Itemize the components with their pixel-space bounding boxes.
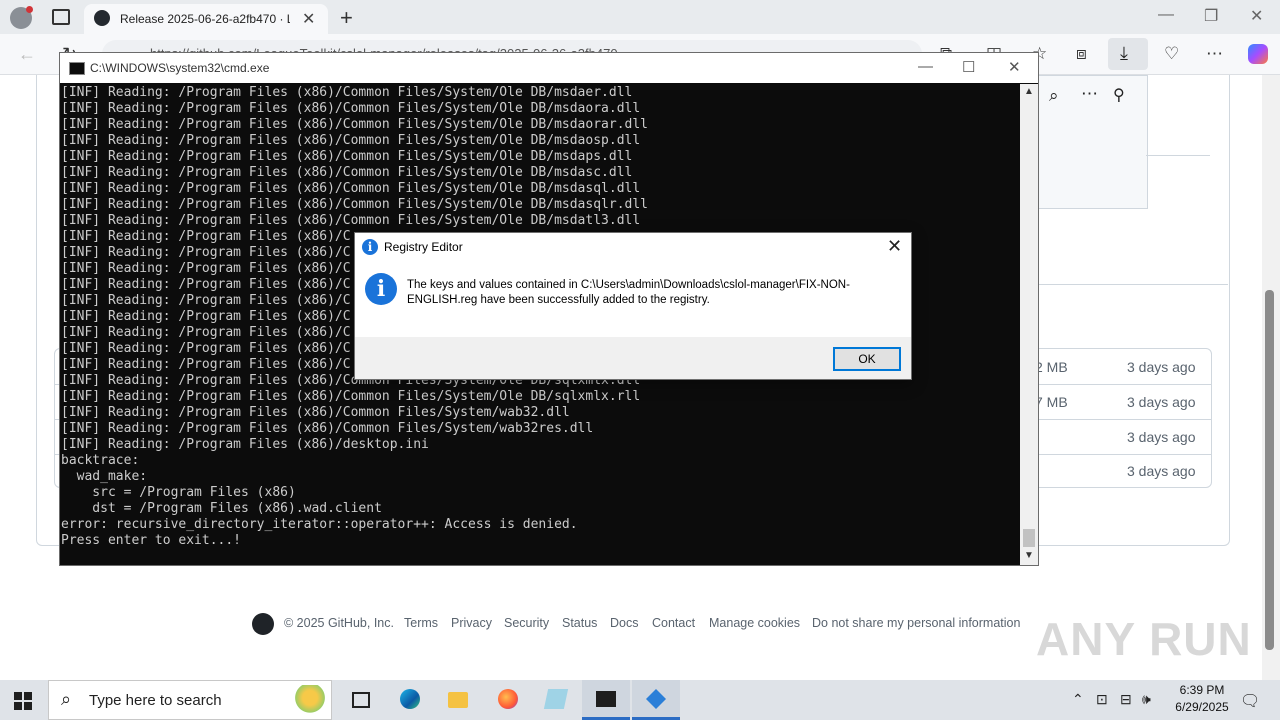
tray-chevron-icon[interactable]: ⌃ [1072,691,1084,708]
more-icon[interactable]: ⋯ [1081,84,1098,104]
task-view-button[interactable] [336,680,384,720]
download-icon: ⤓ [1120,43,1128,63]
clock-time[interactable]: 6:39 PM [1172,683,1232,697]
more-options-icon[interactable]: ⋯ [1206,44,1223,64]
dialog-close-icon[interactable]: ✕ [887,236,902,257]
browser-restore-icon[interactable]: ❐ [1204,6,1218,26]
footer-link-docs[interactable]: Docs [610,616,638,630]
footer-link-security[interactable]: Security [504,616,549,630]
copilot-icon[interactable] [1248,44,1268,64]
footer-link-privacy[interactable]: Privacy [451,616,492,630]
asset-size: 7 MB [1035,394,1068,410]
firefox-icon [498,689,518,709]
browser-tab[interactable]: Release 2025-06-26-a2fb470 · Lea ✕ [84,4,328,34]
anyrun-watermark: ANY RUN [1036,613,1252,665]
divider [1036,284,1228,285]
tab-actions-icon[interactable] [52,9,70,25]
dialog-button-bar: OK [355,337,911,379]
asset-size: 2 MB [1035,359,1068,375]
network-icon[interactable]: ⊟ [1120,691,1132,708]
volume-icon[interactable]: 🕪 [1142,691,1151,708]
file-explorer-taskbar-button[interactable] [434,680,482,720]
notepad-taskbar-button[interactable] [532,680,580,720]
search-icon[interactable]: ⌕ [1049,86,1059,106]
registry-editor-dialog[interactable]: i Registry Editor ✕ i The keys and value… [354,232,912,380]
footer-link-do-not-share[interactable]: Do not share my personal information [812,616,1020,630]
asset-date: 3 days ago [1127,394,1196,410]
task-view-icon [352,692,370,708]
asset-date: 3 days ago [1127,429,1196,445]
downloads-button[interactable]: ⤓ [1108,38,1148,70]
edge-taskbar-button[interactable] [386,680,434,720]
footer-link-terms[interactable]: Terms [404,616,438,630]
cmd-close-icon[interactable]: ✕ [1008,58,1021,76]
notepad-icon [543,689,569,709]
cmd-titlebar[interactable]: C:\WINDOWS\system32\cmd.exe — ☐ ✕ [60,53,1038,83]
info-icon: i [365,273,397,305]
notifications-icon[interactable]: 🗨 [1240,691,1260,711]
footer-copyright: © 2025 GitHub, Inc. [284,616,394,630]
taskbar: ⌕ Type here to search ⌃ ⊡ ⊟ 🕪 6:39 PM 6/… [0,680,1280,720]
browser-minimize-icon[interactable]: — [1158,6,1174,24]
scroll-down-icon[interactable]: ▼ [1024,550,1034,561]
cmd-app-icon [69,62,85,75]
windows-start-icon[interactable] [14,692,32,710]
dialog-message: The keys and values contained in C:\User… [407,279,850,306]
info-small-icon: i [362,239,378,255]
pin-icon[interactable]: ⚲ [1113,85,1125,105]
footer-link-manage-cookies[interactable]: Manage cookies [709,616,800,630]
divider [1146,155,1210,156]
profile-notification-dot [26,6,33,13]
tab-title: Release 2025-06-26-a2fb470 · Lea [120,12,290,26]
cslol-taskbar-button[interactable] [632,680,680,720]
cslol-icon [646,689,666,709]
search-icon: ⌕ [61,689,72,709]
page-scrollbar-thumb[interactable] [1265,290,1274,650]
back-icon[interactable]: ← [18,44,36,65]
dialog-title: Registry Editor [384,240,463,254]
github-logo-icon[interactable] [252,613,274,635]
browser-tab-strip: Release 2025-06-26-a2fb470 · Lea ✕ + — ❐… [0,0,1280,34]
asset-date: 3 days ago [1127,463,1196,479]
edge-icon [400,689,420,709]
footer-link-status[interactable]: Status [562,616,597,630]
collections-icon[interactable]: ⧈ [1076,44,1087,64]
search-placeholder: Type here to search [89,692,222,709]
asset-date: 3 days ago [1127,359,1196,375]
footer-link-contact[interactable]: Contact [652,616,695,630]
scroll-up-icon[interactable]: ▲ [1024,86,1034,97]
tab-close-icon[interactable]: ✕ [302,9,315,29]
ok-button[interactable]: OK [833,347,901,371]
cmd-taskbar-button[interactable] [582,680,630,720]
browser-close-icon[interactable]: ✕ [1250,6,1263,26]
terminal-icon [596,691,616,707]
search-highlight-icon [295,685,325,717]
browser-essentials-icon[interactable]: ♡ [1164,44,1179,64]
folder-icon [448,692,468,708]
clock-date[interactable]: 6/29/2025 [1164,700,1240,714]
cmd-minimize-icon[interactable]: — [918,58,933,75]
firefox-taskbar-button[interactable] [484,680,532,720]
new-tab-icon[interactable]: + [340,5,353,31]
find-toolbar-panel: ⌕ ⋯ ⚲ [1036,75,1148,209]
cmd-scrollbar[interactable]: ▲ ▼ [1020,84,1038,565]
github-favicon-icon [94,10,110,26]
tray-device-icon[interactable]: ⊡ [1096,691,1108,708]
cmd-maximize-icon[interactable]: ☐ [962,58,975,76]
taskbar-search[interactable]: ⌕ Type here to search [48,680,332,720]
cmd-scrollbar-thumb[interactable] [1023,529,1035,547]
cmd-title: C:\WINDOWS\system32\cmd.exe [90,61,270,75]
